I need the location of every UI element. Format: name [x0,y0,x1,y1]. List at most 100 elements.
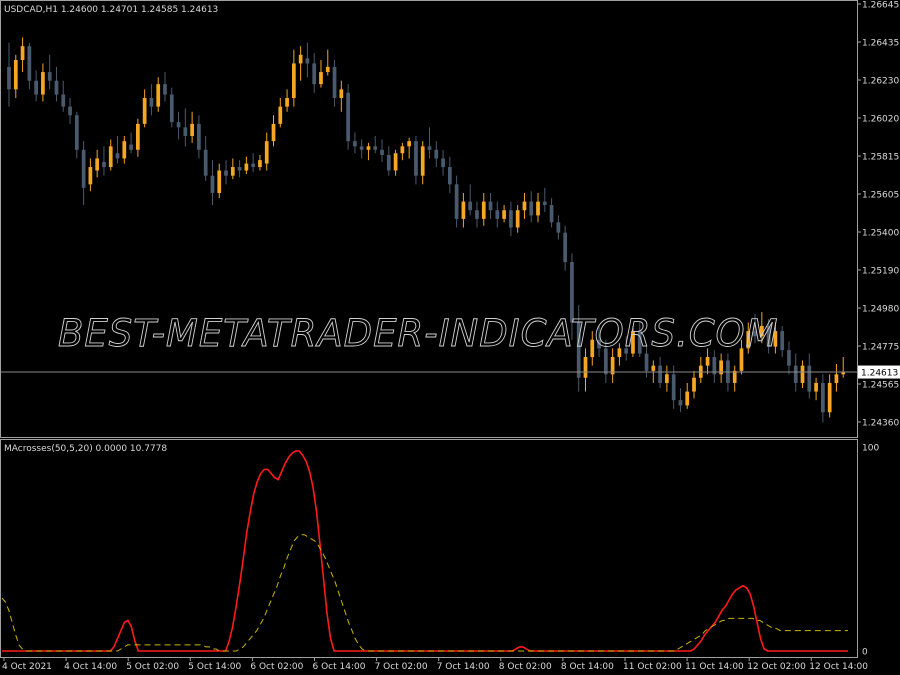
candle-body [149,97,154,107]
candle [366,142,371,161]
candle [305,42,310,78]
candle-body [346,92,350,142]
candle-body [285,97,289,107]
indicator-y-axis: 100 0 [862,444,879,658]
candle-body [20,46,25,60]
candle [563,225,568,271]
candlestick-series [7,37,846,423]
x-tick-label: 11 Oct 02:00 [623,662,682,672]
candle-body [522,201,527,211]
candle [169,87,174,128]
candle-body [224,170,228,176]
candle-body [780,331,785,351]
candle-body [135,123,140,150]
indicator-series [1,450,848,652]
candle [7,42,11,107]
candle [258,154,262,171]
candle-body [515,210,520,228]
y-tick-label: 1.26230 [862,77,899,87]
candle-body [536,201,540,216]
candle [102,146,106,176]
current-price-label: 1.24613 [861,369,898,379]
candle-body [258,160,262,168]
candle [400,142,405,161]
candle [176,111,181,140]
y-tick-label: 1.26645 [862,1,899,11]
candle [291,49,296,107]
candle-body [81,149,86,188]
candle-body [583,357,588,378]
main-y-axis: 1.26645 1.26435 1.26230 1.26020 1.25815 1.256… [857,1,899,429]
y-tick-label: 1.25190 [862,267,899,277]
candle-body [549,205,554,223]
candle-body [264,141,269,164]
candle [244,156,249,174]
candle-body [542,201,547,206]
candle-body [420,146,425,176]
candle-body [461,201,466,219]
candle [692,370,696,399]
indicator-y-tick-label: 100 [862,444,879,454]
candle-body [339,89,344,98]
candle-body [556,222,561,233]
candle-body [183,127,188,136]
candle-body [271,123,276,142]
candle-body [705,357,710,366]
candle [793,353,798,392]
candle-body [685,391,690,406]
main-panel-header: USDCAD,H1 1.24600 1.24701 1.24585 1.2461… [4,5,218,15]
candle-body [312,63,317,85]
current-price-tag: 1.24613 [858,365,900,379]
candle-body [203,149,208,176]
candle-body [169,94,174,123]
y-tick-label: 1.25400 [862,229,899,239]
candle-body [488,201,493,211]
candle-body [787,350,791,366]
candle-body [291,63,296,98]
candle [237,160,242,178]
candle-body [102,161,106,168]
dashed-indicator-line [1,534,848,652]
candle [556,215,561,240]
candle-body [74,115,79,150]
candle-body [61,94,66,107]
candle-body [47,72,52,81]
candle [264,132,269,171]
x-tick-label: 7 Oct 02:00 [375,662,428,672]
candle-body [495,210,500,219]
candle [359,139,364,159]
candle [27,42,32,90]
candle [115,135,120,164]
candle [149,84,154,116]
candle-body [142,97,147,124]
x-tick-label: 8 Oct 14:00 [561,662,614,672]
candle-body [475,210,479,219]
candle [698,357,703,383]
candle [719,353,724,383]
candle [447,156,452,193]
candle [339,80,344,112]
candle [61,80,66,112]
y-tick-label: 1.24565 [862,381,899,391]
candle-body [359,146,364,150]
candle-body [129,144,133,150]
candle [380,139,384,162]
candle-body [108,146,113,168]
candle-body [400,146,405,154]
x-tick-label: 5 Oct 02:00 [126,662,179,672]
candle [827,374,832,418]
candle [807,353,812,399]
indicator-y-tick-label: 0 [862,648,868,658]
candle [271,115,276,147]
candle-body [834,374,839,383]
x-tick-label: 7 Oct 14:00 [437,662,490,672]
candle-body [665,374,669,383]
candle [68,97,72,124]
candle-body [800,365,805,383]
candle [726,353,730,392]
candle-body [427,146,432,150]
candle-body [353,141,357,147]
candle-body [210,175,215,193]
candle-body [95,158,100,171]
x-tick-label: 6 Oct 14:00 [313,662,366,672]
